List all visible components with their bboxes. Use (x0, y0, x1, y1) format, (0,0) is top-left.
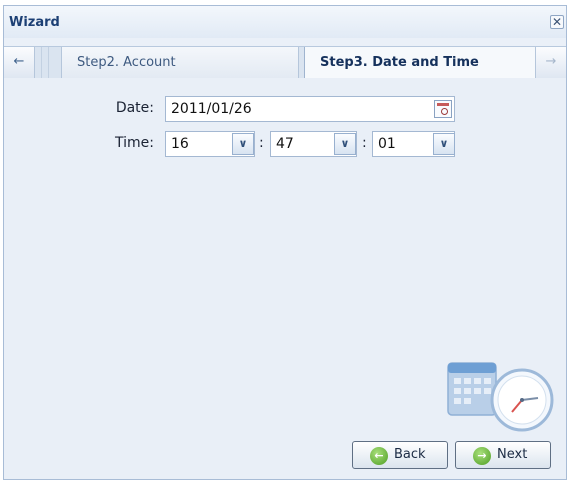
tab-step2-account[interactable]: Step2. Account (61, 47, 299, 78)
minute-chevron-down-icon[interactable]: ∨ (334, 133, 356, 155)
date-label: Date: (115, 100, 154, 116)
next-button-label: Next (497, 447, 528, 462)
arrow-right-circle-icon: → (473, 447, 491, 465)
time-separator: : (259, 135, 264, 151)
calendar-clock-icon (447, 362, 554, 432)
tab-bar: ← Step2. Account Step3. Date and Time → (4, 46, 566, 79)
wizard-window: Wizard ✕ ← Step2. Account Step3. Date an… (3, 5, 567, 480)
window-title: Wizard (9, 15, 60, 30)
tab-scroll-left-icon[interactable]: ← (4, 47, 35, 78)
next-button[interactable]: → Next (455, 441, 551, 469)
tab-separator (41, 47, 49, 78)
time-separator: : (362, 135, 367, 151)
hour-chevron-down-icon[interactable]: ∨ (232, 133, 254, 155)
back-button-label: Back (394, 447, 426, 462)
close-icon[interactable]: ✕ (550, 15, 564, 29)
tab-step3-date-and-time[interactable]: Step3. Date and Time (304, 47, 541, 78)
time-label: Time: (115, 135, 154, 151)
tab-scroll-right-icon[interactable]: → (535, 47, 566, 78)
calendar-icon[interactable] (434, 100, 452, 118)
date-field[interactable]: 2011/01/26 (165, 96, 455, 122)
second-chevron-down-icon[interactable]: ∨ (433, 133, 455, 155)
title-bar: Wizard ✕ (4, 6, 566, 38)
arrow-left-circle-icon: ← (370, 447, 388, 465)
back-button[interactable]: ← Back (352, 441, 448, 469)
